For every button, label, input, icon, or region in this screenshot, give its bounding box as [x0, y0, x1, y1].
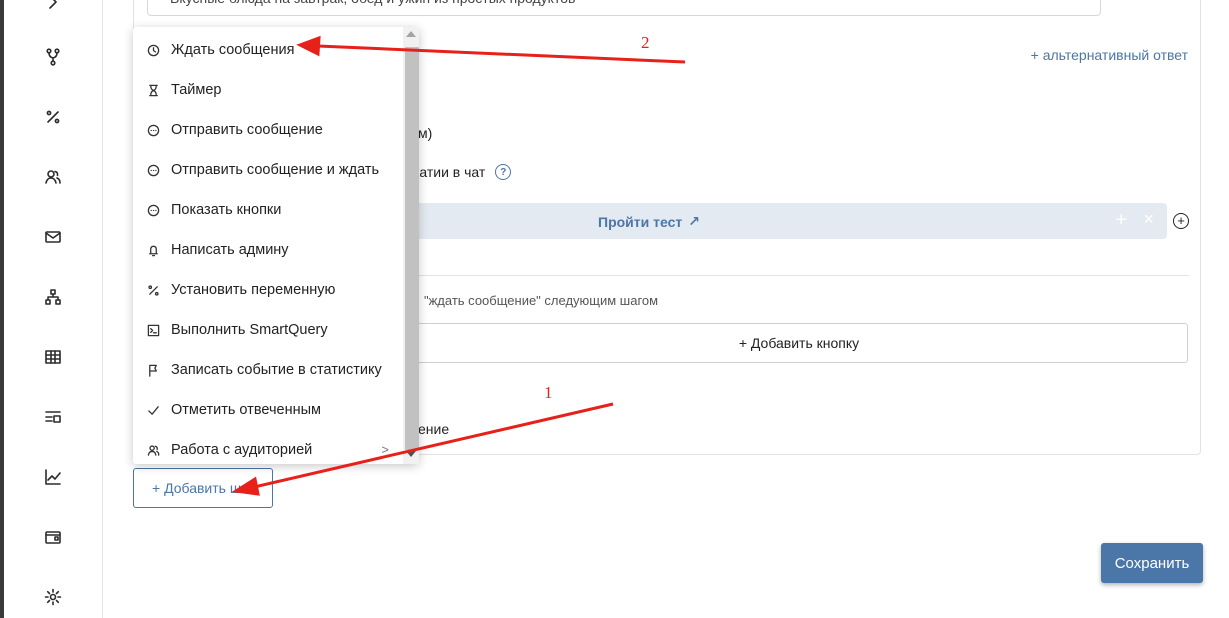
- terminal-icon: [146, 323, 160, 337]
- menu-item-label: Таймер: [171, 82, 222, 98]
- clock-icon: [146, 43, 160, 57]
- partial-label-2-text: жатии в чат: [410, 164, 486, 180]
- table-icon[interactable]: [42, 346, 64, 368]
- scroll-up-arrow-icon[interactable]: [406, 31, 416, 37]
- add-button-button[interactable]: + Добавить кнопку: [410, 323, 1188, 363]
- menu-item-label: Выполнить SmartQuery: [171, 322, 328, 338]
- percent-icon[interactable]: [42, 106, 64, 128]
- menu-item-audience[interactable]: Работа с аудиторией >: [133, 430, 403, 464]
- step-type-dropdown: Ждать сообщения Таймер Отправить сообщен…: [133, 27, 419, 464]
- mail-icon[interactable]: [42, 226, 64, 248]
- hierarchy-icon[interactable]: [42, 286, 64, 308]
- alternative-answer-link[interactable]: + альтернативный ответ: [1031, 47, 1188, 63]
- row-add-icon[interactable]: +: [1115, 209, 1127, 232]
- inline-button-row[interactable]: Пройти тест ↗ + ×: [400, 203, 1167, 239]
- menu-item-label: Отправить сообщение и ждать: [171, 162, 380, 178]
- row-close-icon[interactable]: ×: [1143, 209, 1154, 230]
- menu-item-label: Установить переменную: [171, 282, 336, 298]
- save-button[interactable]: Сохранить: [1101, 543, 1203, 583]
- menu-item-label: Отправить сообщение: [171, 122, 323, 138]
- chart-icon[interactable]: [42, 466, 64, 488]
- message-icon: [146, 203, 160, 217]
- sidebar: [4, 0, 103, 618]
- message-icon: [146, 123, 160, 137]
- partial-label-1: м): [418, 125, 433, 141]
- menu-item-wait-message[interactable]: Ждать сообщения: [133, 30, 403, 70]
- menu-item-set-variable[interactable]: Установить переменную: [133, 270, 403, 310]
- menu-item-timer[interactable]: Таймер: [133, 70, 403, 110]
- partial-label-3: ение: [418, 421, 450, 437]
- menu-item-write-admin[interactable]: Написать админу: [133, 230, 403, 270]
- scroll-down-arrow-icon[interactable]: [406, 451, 416, 457]
- bell-icon: [146, 243, 160, 257]
- menu-item-label: Написать админу: [171, 242, 289, 258]
- add-row-icon[interactable]: +: [1173, 213, 1189, 229]
- users-icon[interactable]: [42, 166, 64, 188]
- add-step-button[interactable]: + Добавить шаг: [133, 468, 273, 508]
- inline-button-label-wrap: Пройти тест ↗: [598, 213, 700, 230]
- message-icon: [146, 163, 160, 177]
- gear-icon[interactable]: [42, 586, 64, 608]
- menu-item-label: Записать событие в статистику: [171, 362, 382, 378]
- menu-item-send-message[interactable]: Отправить сообщение: [133, 110, 403, 150]
- menu-item-label: Ждать сообщения: [171, 42, 295, 58]
- description-input[interactable]: Вкусные блюда на завтрак, обед и ужин из…: [147, 0, 1101, 16]
- inline-button-label: Пройти тест: [598, 213, 683, 230]
- partial-label-2: жатии в чат ?: [410, 164, 512, 180]
- annotation-label-1: 1: [544, 383, 553, 402]
- divider: [410, 275, 1189, 276]
- percent-icon: [146, 283, 160, 297]
- menu-item-mark-answered[interactable]: Отметить отвеченным: [133, 390, 403, 430]
- menu-item-show-buttons[interactable]: Показать кнопки: [133, 190, 403, 230]
- external-link-icon: ↗: [688, 213, 700, 229]
- hint-text: "ждать сообщение" следующим шагом: [424, 293, 659, 308]
- scrollbar-thumb[interactable]: [405, 47, 419, 450]
- flag-icon: [146, 363, 160, 377]
- branch-icon[interactable]: [42, 46, 64, 68]
- users-icon: [146, 443, 160, 457]
- menu-item-smartquery[interactable]: Выполнить SmartQuery: [133, 310, 403, 350]
- help-icon[interactable]: ?: [495, 164, 512, 180]
- chevron-right-icon: >: [381, 442, 389, 457]
- menu-item-label: Показать кнопки: [171, 202, 282, 218]
- menu-item-label: Работа с аудиторией: [171, 442, 313, 458]
- annotation-label-2: 2: [641, 33, 650, 52]
- list-icon[interactable]: [42, 406, 64, 428]
- menu-item-send-and-wait[interactable]: Отправить сообщение и ждать: [133, 150, 403, 190]
- menu-item-record-event[interactable]: Записать событие в статистику: [133, 350, 403, 390]
- wallet-icon[interactable]: [42, 526, 64, 548]
- hourglass-icon: [146, 83, 160, 97]
- play-icon[interactable]: [42, 0, 64, 13]
- check-icon: [146, 403, 160, 417]
- menu-item-label: Отметить отвеченным: [171, 402, 321, 418]
